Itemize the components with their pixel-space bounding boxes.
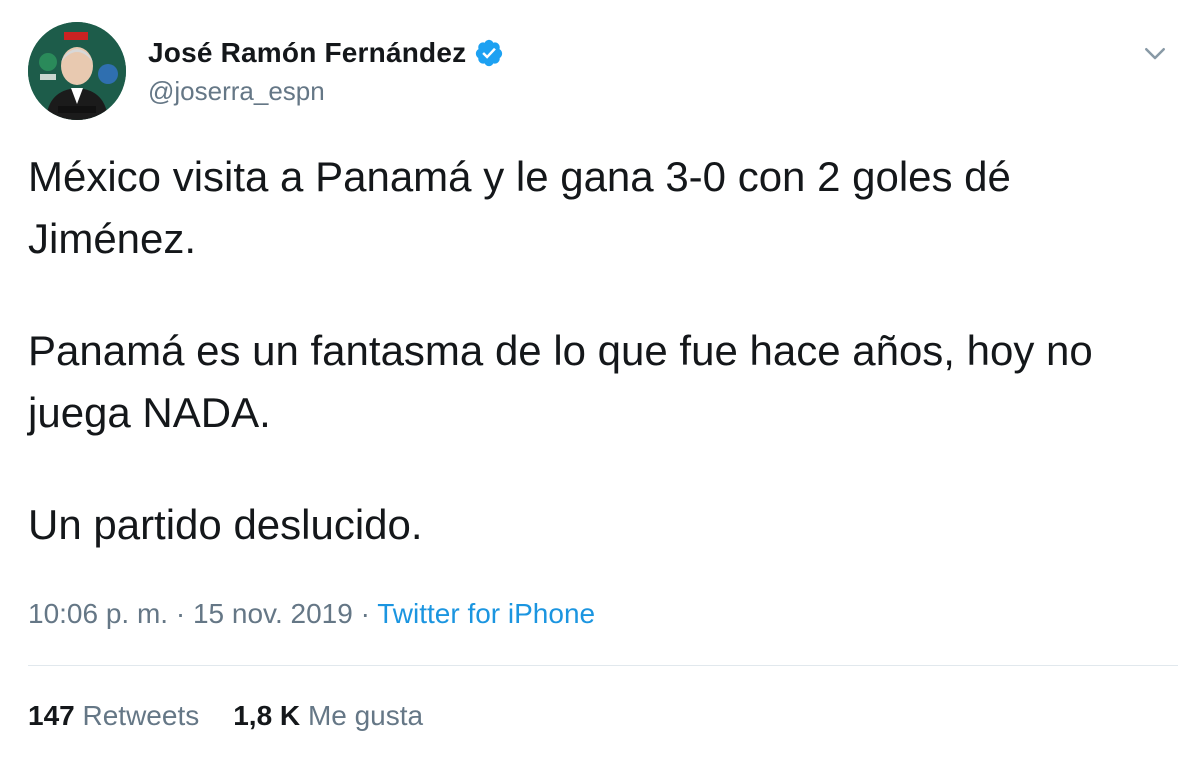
tweet-paragraph: Panamá es un fantasma de lo que fue hace… <box>28 327 1093 436</box>
tweet-paragraph: México visita a Panamá y le gana 3-0 con… <box>28 153 1011 262</box>
tweet-header: José Ramón Fernández @joserra_espn <box>28 22 1178 122</box>
meta-separator: · <box>175 598 186 629</box>
likes-label: Me gusta <box>307 700 424 731</box>
display-name-row: José Ramón Fernández <box>148 36 504 70</box>
tweet-paragraph: Un partido deslucido. <box>28 501 423 548</box>
verified-badge-icon <box>476 39 503 67</box>
avatar[interactable] <box>28 22 126 120</box>
meta-separator: · <box>360 598 370 629</box>
tweet-source-link[interactable]: Twitter for iPhone <box>377 598 595 629</box>
retweets-label: Retweets <box>82 700 200 731</box>
retweets-count: 147 <box>28 700 75 731</box>
tweet-date[interactable]: 15 nov. 2019 <box>193 598 353 629</box>
tweet-card: José Ramón Fernández @joserra_espn Méxic… <box>0 0 1200 768</box>
likes-stat[interactable]: 1,8 K Me gusta <box>233 700 423 732</box>
handle[interactable]: @joserra_espn <box>148 76 504 107</box>
tweet-time[interactable]: 10:06 p. m. <box>28 598 168 629</box>
display-name[interactable]: José Ramón Fernández <box>148 37 466 69</box>
tweet-meta: 10:06 p. m. · 15 nov. 2019 · Twitter for… <box>28 598 595 630</box>
tweet-text: México visita a Panamá y le gana 3-0 con… <box>28 146 1168 556</box>
retweets-stat[interactable]: 147 Retweets <box>28 700 199 732</box>
likes-count: 1,8 K <box>233 700 301 731</box>
profile-photo-icon <box>28 22 126 120</box>
chevron-down-icon[interactable] <box>1140 38 1170 68</box>
tweet-stats: 147 Retweets 1,8 K Me gusta <box>28 700 423 732</box>
divider <box>28 665 1178 666</box>
author-names: José Ramón Fernández @joserra_espn <box>148 36 504 107</box>
